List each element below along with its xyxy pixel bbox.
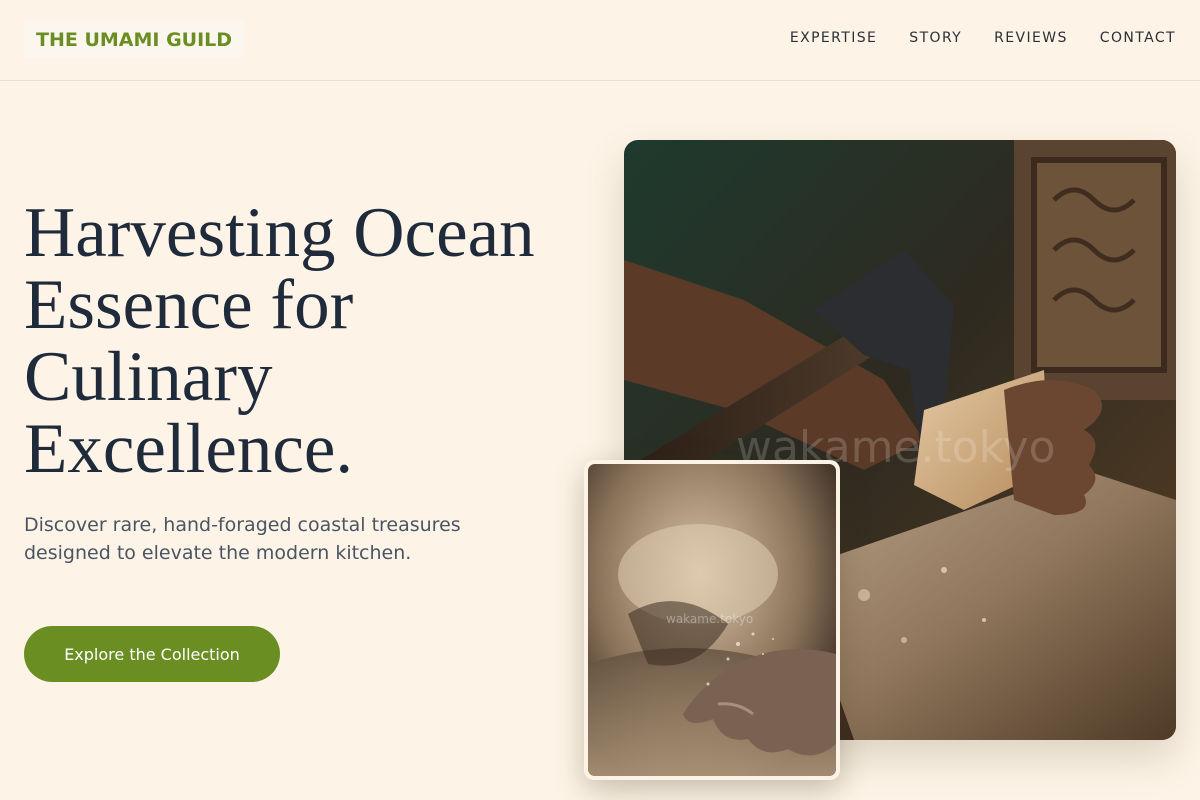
brand-logo[interactable]: THE UMAMI GUILD (24, 21, 245, 58)
nav-item-reviews[interactable]: REVIEWS (994, 30, 1068, 46)
hero-subtitle: Discover rare, hand-foraged coastal trea… (24, 514, 461, 564)
main-nav: EXPERTISE STORY REVIEWS CONTACT (790, 30, 1176, 46)
site-header: THE UMAMI GUILD EXPERTISE STORY REVIEWS … (0, 0, 1200, 81)
hero-title: Harvesting Ocean Essence for Culinary Ex… (24, 194, 535, 488)
hero-inset-image: wakame.tokyo (584, 460, 840, 780)
explore-collection-button[interactable]: Explore the Collection (24, 626, 280, 682)
nav-item-contact[interactable]: CONTACT (1100, 30, 1176, 46)
nav-item-story[interactable]: STORY (909, 30, 962, 46)
nav-item-expertise[interactable]: EXPERTISE (790, 30, 877, 46)
flour-hand-photo (588, 464, 836, 776)
